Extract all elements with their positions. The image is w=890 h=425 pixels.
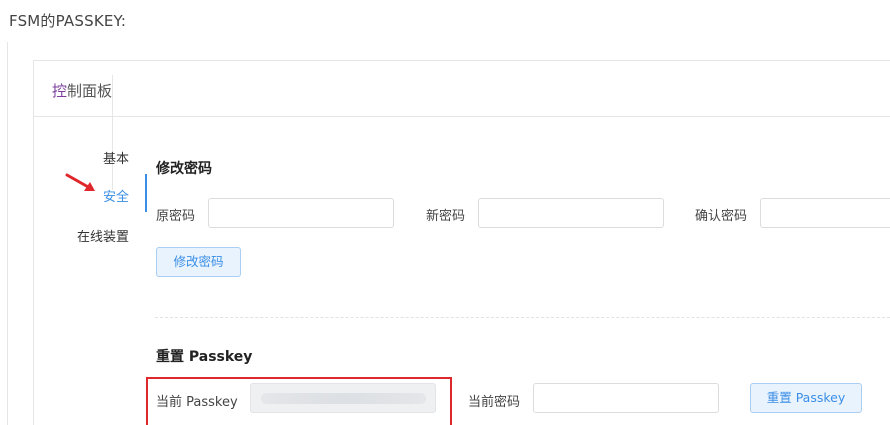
sidenav-divider: [112, 75, 113, 190]
sidenav-item-basic[interactable]: 基本: [35, 148, 147, 167]
panel-title-rest: 制面板: [67, 82, 113, 100]
new-password-label: 新密码: [426, 209, 466, 224]
change-password-button[interactable]: 修改密码: [156, 247, 241, 277]
old-password-input[interactable]: [208, 198, 394, 228]
new-password-input[interactable]: [478, 198, 664, 228]
annotation-highlight-box: [146, 377, 452, 425]
confirm-password-input[interactable]: [760, 198, 890, 228]
red-arrow-icon: [65, 173, 95, 191]
change-password-title: 修改密码: [156, 161, 212, 177]
left-rule: [7, 42, 8, 425]
reset-passkey-title: 重置 Passkey: [156, 349, 253, 365]
panel-title: 控制面板: [52, 80, 112, 101]
control-panel: 控制面板: [33, 60, 890, 425]
reset-passkey-button[interactable]: 重置 Passkey: [750, 383, 862, 413]
panel-header: 控制面板: [34, 61, 890, 117]
section-divider: [155, 317, 890, 318]
sidenav-item-online-devices[interactable]: 在线装置: [35, 226, 147, 245]
panel-title-glyph: 控: [52, 82, 68, 100]
caption-text: FSM的PASSKEY:: [9, 12, 127, 30]
old-password-label: 原密码: [156, 209, 196, 224]
page: FSM的PASSKEY: 控制面板 基本 安全 在线装置 修改密码 原密码 新密…: [0, 0, 890, 425]
current-password-label: 当前密码: [468, 395, 521, 410]
current-password-input[interactable]: [533, 383, 719, 413]
confirm-password-label: 确认密码: [695, 209, 748, 224]
